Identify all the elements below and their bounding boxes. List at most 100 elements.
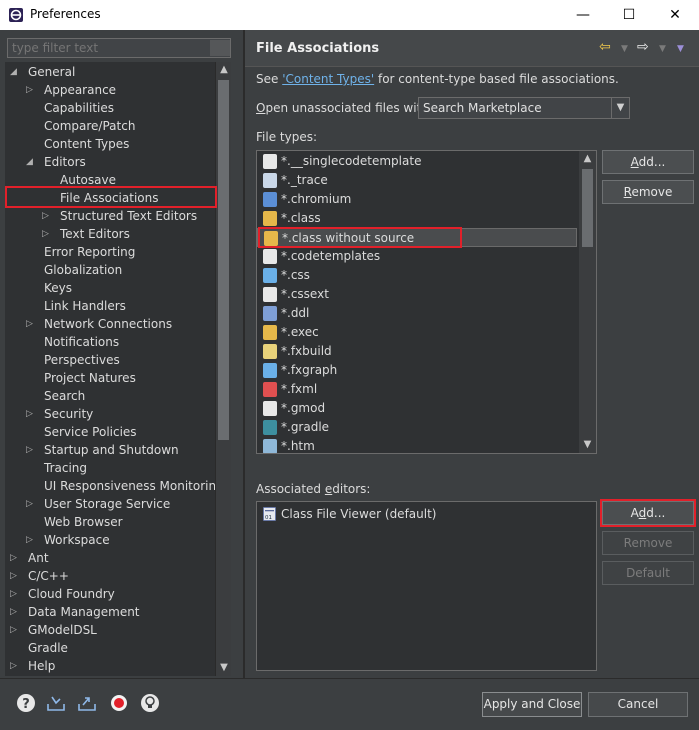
collapsed-arrow-icon[interactable]: ▷ (10, 603, 20, 621)
expanded-arrow-icon[interactable]: ◢ (10, 63, 20, 81)
associated-editors-list[interactable]: 01 Class File Viewer (default) (256, 501, 597, 671)
forward-arrow-icon[interactable]: ⇨ (637, 39, 649, 55)
file-type-row[interactable]: *.fxgraph (257, 361, 577, 380)
back-arrow-icon[interactable]: ⇦ (599, 39, 611, 55)
tree-item-compare-patch[interactable]: Compare/Patch (5, 117, 215, 135)
collapsed-arrow-icon[interactable]: ▷ (10, 549, 20, 567)
tree-item-service-policies[interactable]: Service Policies (5, 423, 215, 441)
tree-item-startup-and-shutdown[interactable]: ▷ Startup and Shutdown (5, 441, 215, 459)
import-icon[interactable] (46, 693, 66, 713)
record-icon[interactable] (109, 693, 129, 713)
file-type-row[interactable]: *.__singlecodetemplate (257, 152, 577, 171)
list-item[interactable]: 01 Class File Viewer (default) (263, 505, 436, 523)
tree-item-globalization[interactable]: Globalization (5, 261, 215, 279)
tree-item-file-associations[interactable]: File Associations (5, 189, 215, 207)
scroll-up-arrow-icon[interactable]: ▲ (216, 62, 232, 78)
file-type-row[interactable]: *.cssext (257, 285, 577, 304)
tree-item-ui-responsiveness-monitoring[interactable]: UI Responsiveness Monitoring (5, 477, 215, 495)
tree-item-search[interactable]: Search (5, 387, 215, 405)
collapsed-arrow-icon[interactable]: ▷ (10, 657, 20, 675)
tree-item-help[interactable]: ▷ Help (5, 657, 215, 675)
tree-item-security[interactable]: ▷ Security (5, 405, 215, 423)
collapsed-arrow-icon[interactable]: ▷ (42, 207, 52, 225)
tree-item-content-types[interactable]: Content Types (5, 135, 215, 153)
file-type-row[interactable]: *.class without source (257, 228, 577, 247)
add-editor-button[interactable]: Add... (602, 501, 694, 525)
scrollbar-thumb[interactable] (582, 169, 593, 247)
collapsed-arrow-icon[interactable]: ▷ (26, 495, 36, 513)
tree-item-notifications[interactable]: Notifications (5, 333, 215, 351)
tree-item-autosave[interactable]: Autosave (5, 171, 215, 189)
tree-scrollbar[interactable]: ▲ ▼ (215, 62, 231, 676)
tree-item-capabilities[interactable]: Capabilities (5, 99, 215, 117)
tree-item-structured-text-editors[interactable]: ▷ Structured Text Editors (5, 207, 215, 225)
minimize-button[interactable]: — (560, 0, 606, 30)
close-window-button[interactable]: ✕ (652, 0, 698, 30)
file-type-row[interactable]: *.ddl (257, 304, 577, 323)
file-type-row[interactable]: *.gradle (257, 418, 577, 437)
file-type-row[interactable]: *.htm (257, 437, 577, 453)
tree-item-workspace[interactable]: ▷ Workspace (5, 531, 215, 549)
tree-item-editors[interactable]: ◢ Editors (5, 153, 215, 171)
scrollbar-thumb[interactable] (218, 80, 229, 440)
collapsed-arrow-icon[interactable]: ▷ (26, 405, 36, 423)
tree-item-c-c-[interactable]: ▷ C/C++ (5, 567, 215, 585)
file-type-row[interactable]: *.exec (257, 323, 577, 342)
collapsed-arrow-icon[interactable]: ▷ (10, 567, 20, 585)
default-editor-button[interactable]: Default (602, 561, 694, 585)
tree-item-general[interactable]: ◢ General (5, 63, 215, 81)
tree-item-link-handlers[interactable]: Link Handlers (5, 297, 215, 315)
file-type-row[interactable]: *.css (257, 266, 577, 285)
collapsed-arrow-icon[interactable]: ▷ (26, 441, 36, 459)
collapsed-arrow-icon[interactable]: ▷ (10, 585, 20, 603)
tree-item-gradle[interactable]: Gradle (5, 639, 215, 657)
tree-item-appearance[interactable]: ▷ Appearance (5, 81, 215, 99)
tree-item-gmodeldsl[interactable]: ▷ GModelDSL (5, 621, 215, 639)
tree-item-network-connections[interactable]: ▷ Network Connections (5, 315, 215, 333)
file-type-row[interactable]: *.fxml (257, 380, 577, 399)
tree-item-perspectives[interactable]: Perspectives (5, 351, 215, 369)
lightbulb-icon[interactable] (140, 693, 160, 713)
maximize-button[interactable]: ☐ (606, 0, 652, 30)
tree-item-project-natures[interactable]: Project Natures (5, 369, 215, 387)
forward-menu-icon[interactable]: ▼ (659, 44, 666, 54)
collapsed-arrow-icon[interactable]: ▷ (26, 531, 36, 549)
collapsed-arrow-icon[interactable]: ▷ (10, 621, 20, 639)
export-icon[interactable] (77, 693, 97, 713)
scroll-up-arrow-icon[interactable]: ▲ (579, 151, 596, 167)
tree-item-tracing[interactable]: Tracing (5, 459, 215, 477)
file-types-list[interactable]: *.__singlecodetemplate *._trace *.chromium… (256, 150, 597, 454)
file-type-row[interactable]: *.fxbuild (257, 342, 577, 361)
content-types-link[interactable]: 'Content Types' (282, 72, 374, 86)
tree-item-user-storage-service[interactable]: ▷ User Storage Service (5, 495, 215, 513)
help-icon[interactable]: ? (16, 693, 36, 713)
tree-item-data-management[interactable]: ▷ Data Management (5, 603, 215, 621)
tree-item-keys[interactable]: Keys (5, 279, 215, 297)
collapsed-arrow-icon[interactable]: ▷ (26, 81, 36, 99)
file-type-row[interactable]: *._trace (257, 171, 577, 190)
file-types-scrollbar[interactable]: ▲ ▼ (579, 151, 596, 453)
file-type-row[interactable]: *.codetemplates (257, 247, 577, 266)
scroll-down-arrow-icon[interactable]: ▼ (216, 660, 232, 676)
remove-editor-button[interactable]: Remove (602, 531, 694, 555)
tree-item-ant[interactable]: ▷ Ant (5, 549, 215, 567)
tree-item-error-reporting[interactable]: Error Reporting (5, 243, 215, 261)
apply-and-close-button[interactable]: Apply and Close (482, 692, 582, 717)
tree-item-web-browser[interactable]: Web Browser (5, 513, 215, 531)
remove-file-type-button[interactable]: Remove (602, 180, 694, 204)
add-file-type-button[interactable]: Add... (602, 150, 694, 174)
collapsed-arrow-icon[interactable]: ▷ (26, 315, 36, 333)
collapsed-arrow-icon[interactable]: ▷ (42, 225, 52, 243)
tree-item-text-editors[interactable]: ▷ Text Editors (5, 225, 215, 243)
tree-item-cloud-foundry[interactable]: ▷ Cloud Foundry (5, 585, 215, 603)
expanded-arrow-icon[interactable]: ◢ (26, 153, 36, 171)
chevron-down-icon[interactable]: ▼ (611, 98, 629, 118)
file-type-row[interactable]: *.chromium (257, 190, 577, 209)
back-menu-icon[interactable]: ▼ (621, 44, 628, 54)
file-type-row[interactable]: *.class (257, 209, 577, 228)
cancel-button[interactable]: Cancel (588, 692, 688, 717)
filter-field[interactable] (7, 38, 231, 58)
file-type-row[interactable]: *.gmod (257, 399, 577, 418)
open-unassociated-select[interactable]: Search Marketplace ▼ (418, 97, 630, 119)
view-menu-icon[interactable]: ▼ (677, 44, 684, 54)
